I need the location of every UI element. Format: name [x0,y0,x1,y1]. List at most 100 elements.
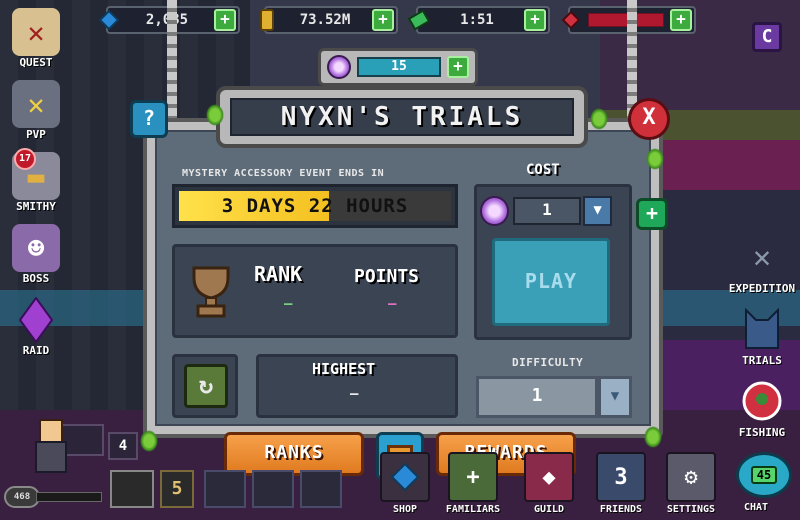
health-plus-button[interactable]: + [670,9,692,31]
vine-decoration [646,148,664,170]
fishing-bobber-icon [737,376,787,426]
play-button[interactable]: PLAY [492,238,610,326]
heart-icon [560,9,582,31]
coin-icon [256,9,278,31]
bottom-item-settings[interactable]: ⚙ SETTINGS [660,452,722,515]
diamond-icon [98,9,120,31]
smithy-badge: 17 [14,148,36,170]
difficulty-value: 1 [476,376,598,418]
crossed-blades-icon: ✕ [752,239,772,275]
bottom-label: FRIENDS [599,504,643,515]
difficulty-label: DIFFICULTY [512,356,584,369]
vine-decoration [140,430,158,452]
rank-label: RANK [254,262,303,286]
chevron-down-icon[interactable]: ▼ [598,376,632,418]
gem-icon [327,55,351,79]
bottom-label: FAMILIARS [445,504,501,515]
bottom-item-friends[interactable]: 3 FRIENDS [590,452,652,515]
bottom-label: SETTINGS [666,504,716,515]
friends-icon: 3 [596,452,646,502]
cost-plus-button[interactable]: + [636,198,668,230]
points-value: — [388,296,397,312]
guild-banner-icon: ◆ [524,452,574,502]
health-bar [588,13,664,27]
energy-value: 1:51 [460,12,494,28]
dialog-title: NYXN'S TRIALS [230,98,574,136]
friends-count: 3 [614,464,628,490]
gear-icon: ⚙ [666,452,716,502]
count-a: 4 [108,432,138,460]
energy-counter: 1:51 + [408,6,550,34]
gem-counter: 15 + [318,48,478,86]
bottom-label: GUILD [533,504,565,515]
clapper-icon[interactable] [110,470,154,508]
energy-icon [408,9,430,31]
sidebar-item-label: BOSS [22,272,50,285]
highest-value: — [350,386,359,402]
sidebar-item-label: EXPEDITION [728,282,796,295]
cost-select[interactable]: 1 ▼ [480,194,612,228]
diamond-plus-button[interactable]: + [214,9,236,31]
highest-label: HIGHEST [312,360,376,378]
vine-decoration [590,108,608,130]
gem-icon [480,196,509,226]
sidebar-item-pvp[interactable]: ✕ PVP [6,80,66,141]
cost-value: 1 [512,197,582,225]
sidebar-item-fishing[interactable]: FISHING [722,376,800,439]
crystal-icon [12,296,60,344]
coin-plus-button[interactable]: + [372,9,394,31]
help-button[interactable]: ? [130,100,168,138]
scroll-icon: ✕ [12,8,60,56]
sidebar-item-quest[interactable]: ✕ QUEST [6,8,66,69]
gem-plus-button[interactable]: + [447,56,469,78]
sidebar-item-label: SMITHY [16,200,56,213]
sidebar-item-trials[interactable]: TRIALS [722,304,800,367]
refresh-icon[interactable]: ↻ [184,364,228,408]
cat-head-icon [737,304,787,354]
title-plate: NYXN'S TRIALS [216,86,588,148]
familiars-icon: + [448,452,498,502]
chat-button[interactable]: 45 [736,452,792,498]
vine-decoration [206,104,224,126]
sidebar-item-label: QUEST [19,56,53,69]
player-avatar[interactable] [28,416,72,478]
sidebar-item-expedition[interactable]: ✕ EXPEDITION [722,232,800,296]
points-label: POINTS [354,266,420,287]
potion-slot[interactable] [204,470,246,508]
chain-left [167,0,177,122]
trophy-icon [186,264,236,324]
cost-label: COST [526,162,560,178]
count-b: 5 [160,470,194,508]
boss-skull-icon: ☻ [12,224,60,272]
crossed-swords-icon: ✕ [12,80,60,128]
vine-decoration [644,426,662,448]
bottom-item-shop[interactable]: SHOP [374,452,436,515]
chevron-down-icon[interactable]: ▼ [583,196,612,226]
difficulty-select[interactable]: 1 ▼ [476,376,632,418]
sidebar-item-label: FISHING [738,426,786,439]
event-timer: 3 DAYS 22 HOURS [172,184,458,228]
gem-value: 15 [357,57,441,77]
bottom-item-familiars[interactable]: + FAMILIARS [442,452,504,515]
bottom-label: SHOP [392,504,418,515]
sidebar-item-boss[interactable]: ☻ BOSS [6,224,66,285]
codex-button[interactable]: C [752,22,782,52]
potion-slot[interactable] [300,470,342,508]
sidebar-item-label: TRIALS [742,354,782,367]
sidebar-item-raid[interactable]: RAID [6,296,66,357]
coin-counter: 73.52M + [260,6,398,34]
rank-value: — [284,296,293,312]
event-label: MYSTERY ACCESSORY EVENT ENDS IN [182,168,385,179]
energy-plus-button[interactable]: + [524,9,546,31]
chat-label: CHAT [744,502,769,513]
bottom-item-guild[interactable]: ◆ GUILD [518,452,580,515]
xp-bar [36,492,102,502]
sidebar-item-smithy[interactable]: ▬ 17 SMITHY [6,148,66,213]
close-button[interactable]: X [628,98,670,140]
timer-text: 3 DAYS 22 HOURS [221,195,409,217]
sidebar-item-label: PVP [26,128,46,141]
sidebar-item-label: RAID [22,344,50,357]
shop-gem-icon [380,452,430,502]
potion-slot[interactable] [252,470,294,508]
chat-count: 45 [750,466,778,484]
